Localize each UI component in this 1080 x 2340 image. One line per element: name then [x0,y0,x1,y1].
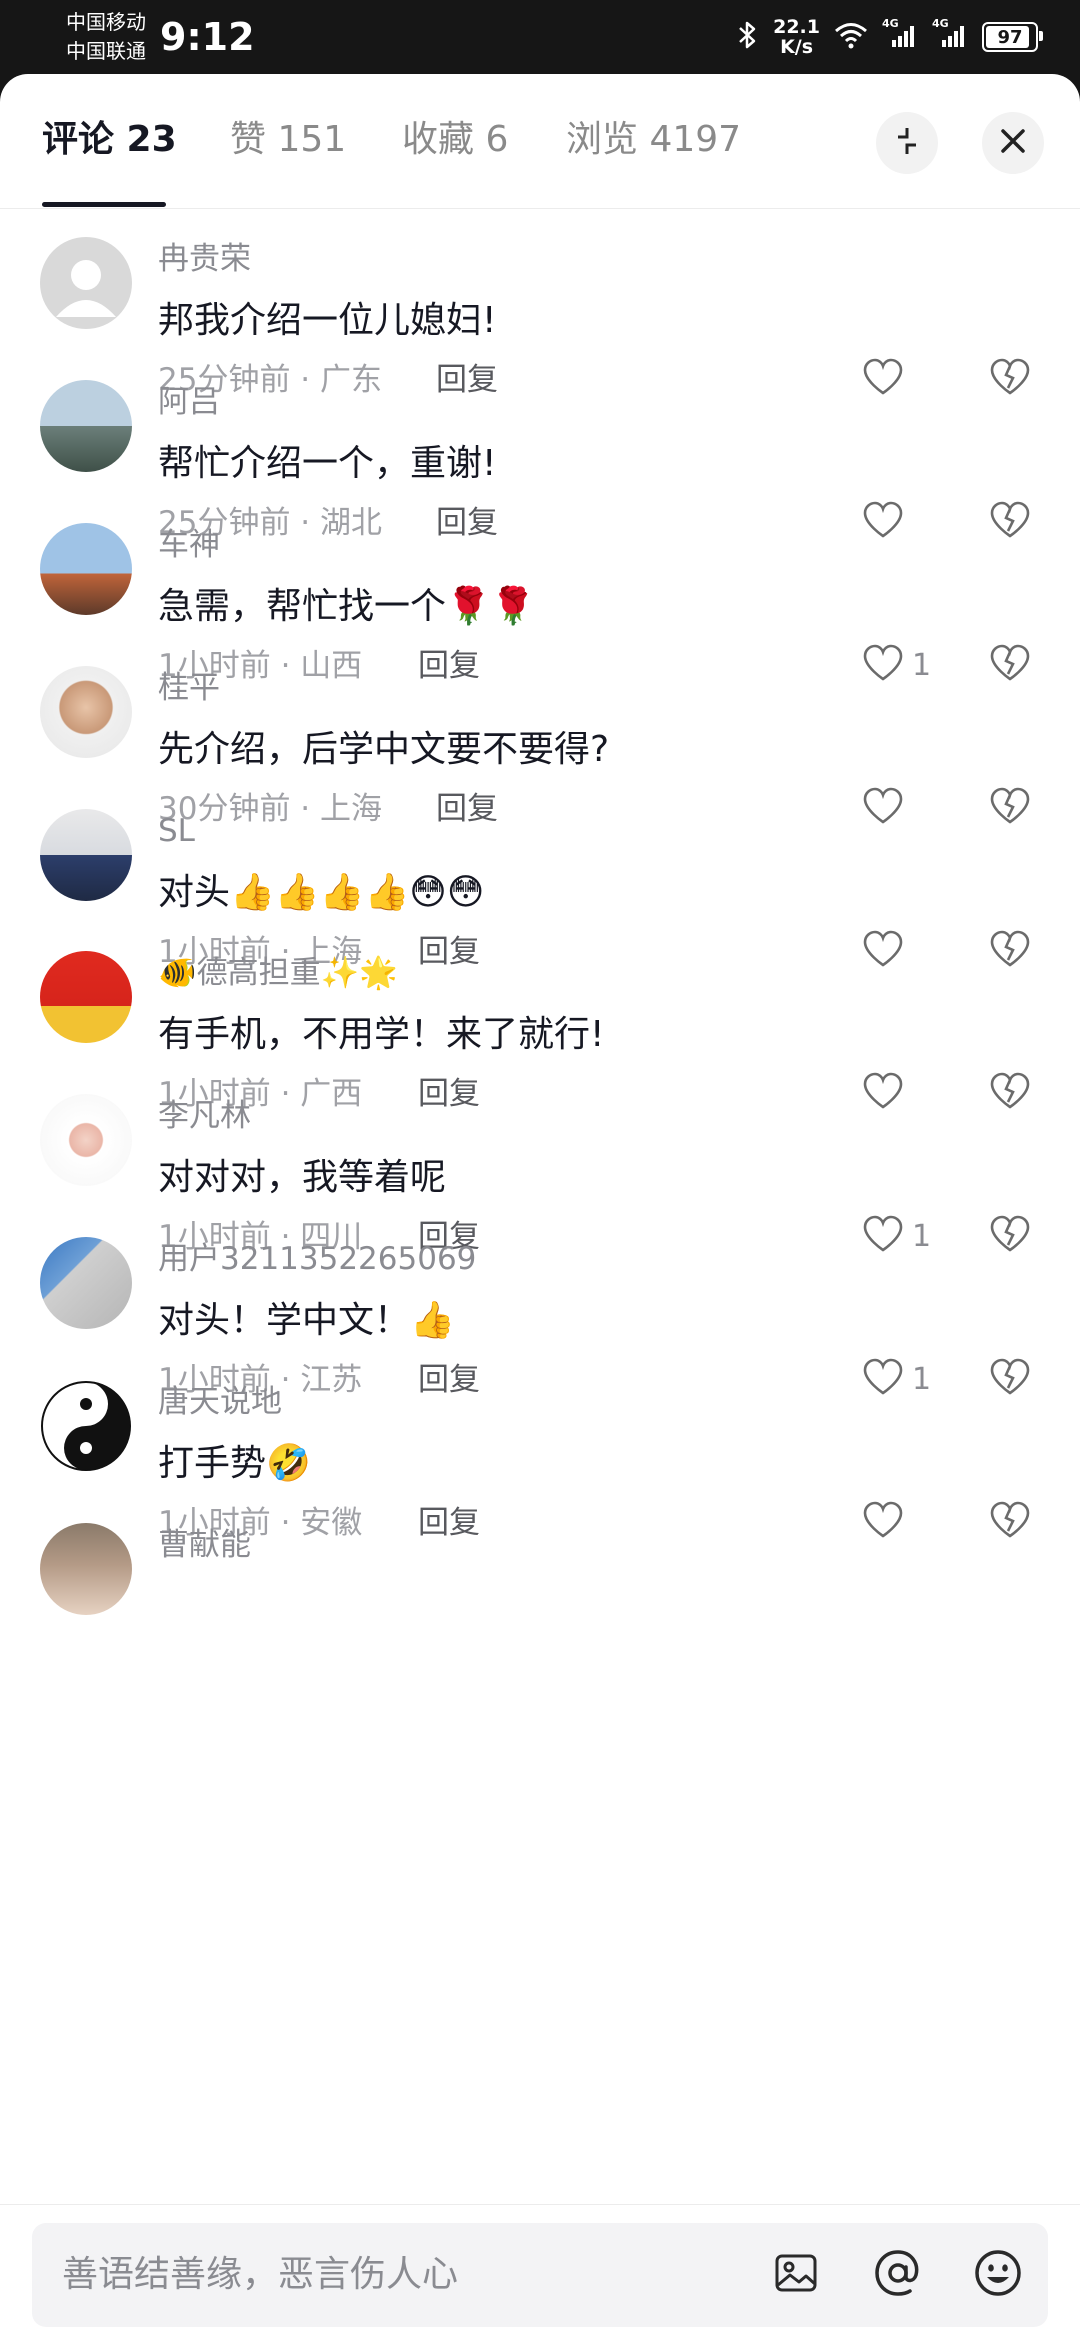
avatar[interactable] [40,809,132,901]
comment-username[interactable]: 用户3211352265069 [158,1239,476,1279]
comment-username[interactable]: SL [158,811,195,851]
wifi-icon [834,21,868,53]
active-tab-indicator [42,202,166,207]
bluetooth-icon [737,19,759,55]
comment-text: 对头👍👍👍👍😳😳 [158,872,485,913]
tab-comments[interactable]: 评论 23 [42,118,177,162]
status-icons: 22.1 K/s 4G 4G 97 [737,14,1043,60]
avatar[interactable] [40,666,132,758]
comment-text: 有手机，不用学！来了就行! [158,1014,605,1055]
close-icon [998,126,1028,160]
comment-username[interactable]: 唐天说地 [158,1382,282,1422]
collapse-icon [890,124,924,162]
clock: 9:12 [160,15,255,59]
comment-text: 急需，帮忙找一个🌹🌹 [158,586,536,627]
comment-username[interactable]: 🐠德高担重✨🌟 [158,953,398,993]
comment-username[interactable]: 车神 [158,525,220,565]
comment-input[interactable]: 善语结善缘，恶言伤人心 [32,2223,1048,2327]
comment-text: 对头！学中文！👍 [158,1300,455,1341]
comment-username[interactable]: 冉贵荣 [158,239,251,279]
avatar[interactable] [40,1380,132,1472]
comment-list[interactable]: 冉贵荣 邦我介绍一位儿媳妇! 25分钟前 · 广东 回复 阿吕 帮忙介绍一个，重… [0,209,1080,2204]
emoji-button[interactable] [970,2247,1026,2303]
status-bar: 中国移动 中国联通 9:12 22.1 K/s 4G 4G 97 [0,0,1080,74]
avatar[interactable] [40,237,132,329]
avatar[interactable] [40,1523,132,1615]
tab-views[interactable]: 浏览 4197 [566,118,741,162]
signal-2-icon: 4G [932,17,968,53]
comment-text: 邦我介绍一位儿媳妇! [158,300,497,341]
signal-1-icon: 4G [882,17,918,53]
collapse-button[interactable] [876,112,938,174]
carrier-2: 中国联通 [66,39,146,63]
tab-bar: 评论 23 赞 151 收藏 6 浏览 4197 [0,74,1080,209]
comment-username[interactable]: 李凡林 [158,1096,251,1136]
tab-likes[interactable]: 赞 151 [230,118,346,162]
avatar[interactable] [40,1237,132,1329]
carrier-1: 中国移动 [66,10,146,34]
emoji-icon [972,2247,1024,2303]
comment-text: 对对对，我等着呢 [158,1157,447,1198]
comment-input-bar: 善语结善缘，恶言伤人心 [0,2204,1080,2340]
avatar[interactable] [40,951,132,1043]
image-picker-button[interactable] [768,2247,824,2303]
network-speed: 22.1 K/s [773,16,820,58]
battery-icon: 97 [982,22,1043,52]
avatar[interactable] [40,523,132,615]
yin-yang-icon [41,1381,131,1471]
comment-username[interactable]: 桂平 [158,668,220,708]
comment-username[interactable]: 曹献能 [158,1525,251,1565]
avatar[interactable] [40,1094,132,1186]
close-button[interactable] [982,112,1044,174]
tab-favorites[interactable]: 收藏 6 [402,118,508,162]
image-icon [772,2249,820,2301]
comment-text: 打手势🤣 [158,1443,311,1484]
battery-level: 97 [997,26,1023,48]
mention-button[interactable] [870,2247,926,2303]
carrier-names: 中国移动 中国联通 [66,8,146,66]
comment-username[interactable]: 阿吕 [158,382,220,422]
at-icon [872,2247,924,2303]
avatar[interactable] [40,380,132,472]
comment-item: 曹献能 [0,1495,1080,1708]
input-placeholder: 善语结善缘，恶言伤人心 [62,2254,459,2295]
comment-sheet: 评论 23 赞 151 收藏 6 浏览 4197 冉贵荣 邦我介绍一位儿媳妇! … [0,74,1080,2340]
comment-text: 帮忙介绍一个，重谢! [158,443,497,484]
comment-text: 先介绍，后学中文要不要得? [158,729,610,770]
